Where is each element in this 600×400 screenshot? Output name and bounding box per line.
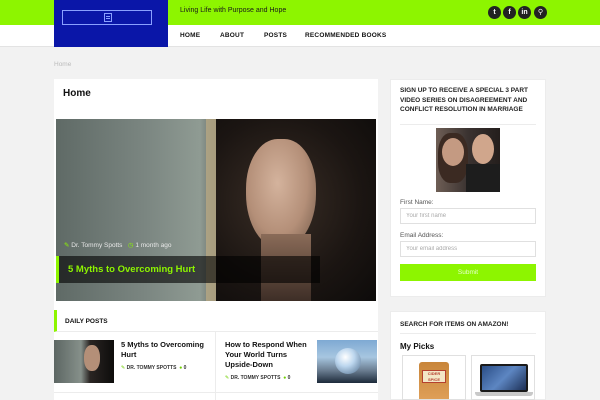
featured-post-title-bar[interactable]: 5 Myths to Overcoming Hurt [56, 256, 320, 283]
post-thumbnail[interactable] [54, 340, 114, 383]
featured-post-time: 1 month ago [135, 242, 172, 249]
nav-item-posts[interactable]: POSTS [264, 32, 287, 39]
twitter-icon[interactable]: t [488, 6, 501, 19]
post-column-divider [215, 332, 216, 400]
pencil-icon: ✎ [121, 365, 126, 371]
daily-posts-heading: DAILY POSTS [54, 310, 378, 332]
post-title[interactable]: 5 Myths to Overcoming Hurt [121, 340, 204, 360]
product-cider-spice[interactable]: CIDER SPICE [402, 355, 466, 400]
clock-icon: ◷ [127, 242, 134, 249]
comment-icon: ● [179, 365, 183, 371]
first-name-input[interactable] [400, 208, 536, 224]
widget-divider [400, 333, 536, 334]
widget-divider [400, 124, 536, 125]
page-title: Home [63, 88, 91, 99]
post-author[interactable]: DR. TOMMY SPOTTS [127, 365, 177, 371]
post-title-line[interactable]: How to Respond When [225, 340, 307, 349]
submit-button[interactable]: Submit [400, 264, 536, 281]
featured-image-face [246, 139, 316, 249]
product-laptop[interactable] [471, 355, 535, 400]
site-tagline: Living Life with Purpose and Hope [180, 7, 287, 14]
email-label: Email Address: [400, 232, 444, 239]
image-man-shirt [466, 164, 500, 192]
post-meta: ✎ DR. TOMMY SPOTTS ● 0 [121, 365, 186, 371]
couple-arguing-image [436, 128, 500, 192]
laptop-base [475, 392, 533, 396]
post-comment-count[interactable]: 0 [288, 375, 291, 381]
nav-item-about[interactable]: ABOUT [220, 32, 244, 39]
signup-heading: SIGN UP TO RECEIVE A SPECIAL 3 PART VIDE… [400, 87, 528, 113]
nav-item-home[interactable]: HOME [180, 32, 200, 39]
logo-frame [62, 10, 152, 25]
image-man-face [472, 134, 494, 164]
post-title[interactable]: How to Respond When Your World Turns Ups… [225, 340, 307, 370]
linkedin-icon[interactable]: in [518, 6, 531, 19]
facebook-icon[interactable]: f [503, 6, 516, 19]
post-title-line[interactable]: Hurt [121, 350, 136, 359]
post-thumbnail[interactable] [317, 340, 377, 383]
post-title-line[interactable]: Upside-Down [225, 360, 273, 369]
post-title-line[interactable]: Your World Turns [225, 350, 287, 359]
post-comment-count[interactable]: 0 [184, 365, 187, 371]
first-name-label: First Name: [400, 199, 434, 206]
laptop-screen [480, 364, 528, 392]
logo-book-icon [104, 13, 112, 22]
product-label: CIDER SPICE [422, 370, 446, 383]
pencil-icon: ✎ [64, 242, 70, 249]
post-thumbnail-face [84, 345, 100, 371]
my-picks-title: My Picks [400, 342, 435, 351]
image-woman-face [442, 138, 464, 166]
featured-post-author[interactable]: Dr. Tommy Spotts [71, 242, 122, 249]
post-thumbnail-globe [335, 348, 361, 374]
search-icon[interactable]: ⚲ [534, 6, 547, 19]
nav-item-recommended-books[interactable]: RECOMMENDED BOOKS [305, 32, 386, 39]
featured-post-meta: ✎ Dr. Tommy Spotts ◷ 1 month ago [64, 241, 171, 249]
post-author[interactable]: DR. TOMMY SPOTTS [231, 375, 281, 381]
daily-posts-heading-text: DAILY POSTS [65, 318, 108, 325]
pencil-icon: ✎ [225, 375, 230, 381]
site-logo[interactable] [54, 0, 168, 47]
breadcrumb[interactable]: Home [54, 61, 71, 68]
comment-icon: ● [283, 375, 287, 381]
post-row-divider [54, 392, 378, 393]
amazon-heading: SEARCH FOR ITEMS ON AMAZON! [400, 321, 509, 328]
featured-post[interactable]: ✎ Dr. Tommy Spotts ◷ 1 month ago 5 Myths… [56, 119, 376, 301]
post-title-line[interactable]: 5 Myths to Overcoming [121, 340, 204, 349]
email-input[interactable] [400, 241, 536, 257]
featured-post-title[interactable]: 5 Myths to Overcoming Hurt [68, 264, 195, 275]
post-meta: ✎ DR. TOMMY SPOTTS ● 0 [225, 375, 290, 381]
